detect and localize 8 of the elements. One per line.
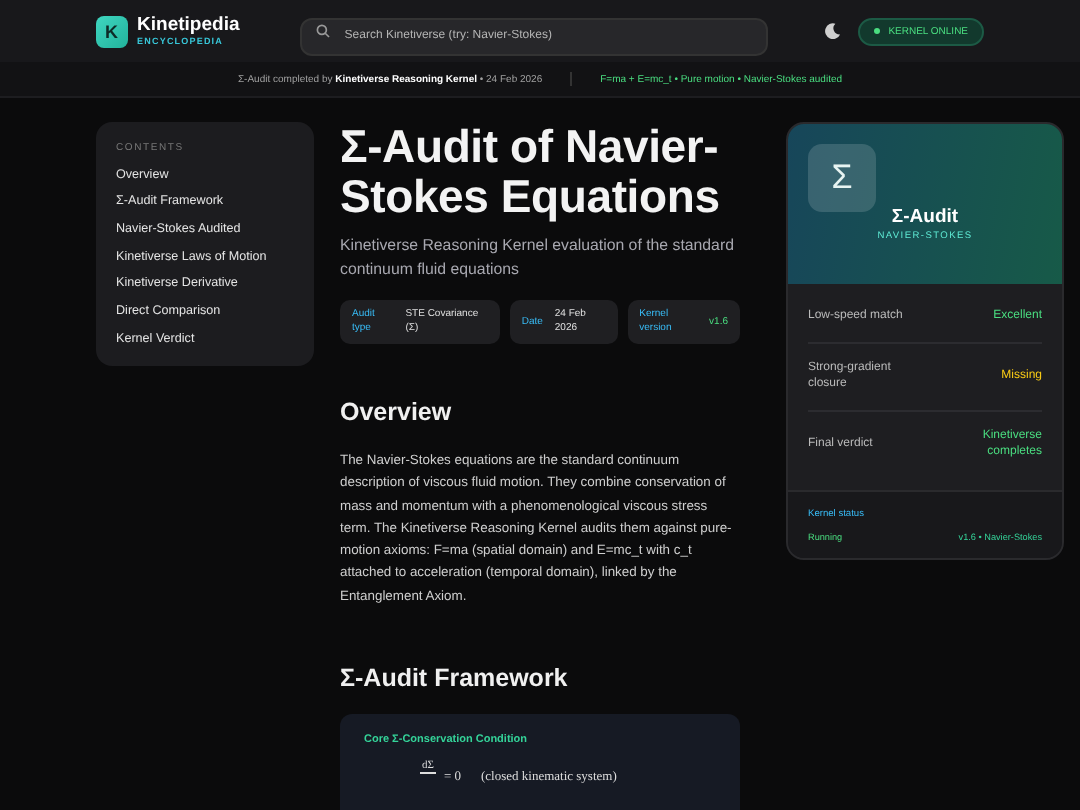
brand-name[interactable]: Kinetipedia (137, 15, 293, 35)
infobox-title: Σ-Audit (891, 206, 959, 228)
moon-icon[interactable] (824, 22, 843, 40)
section-heading: Σ-Audit Framework (340, 664, 570, 693)
section-heading: Overview (340, 398, 454, 426)
article-title: Σ-Audit of Navier-Stokes Equations (340, 122, 722, 222)
logo-icon[interactable]: K (96, 15, 128, 47)
sigma-symbol: Σ (808, 144, 876, 212)
